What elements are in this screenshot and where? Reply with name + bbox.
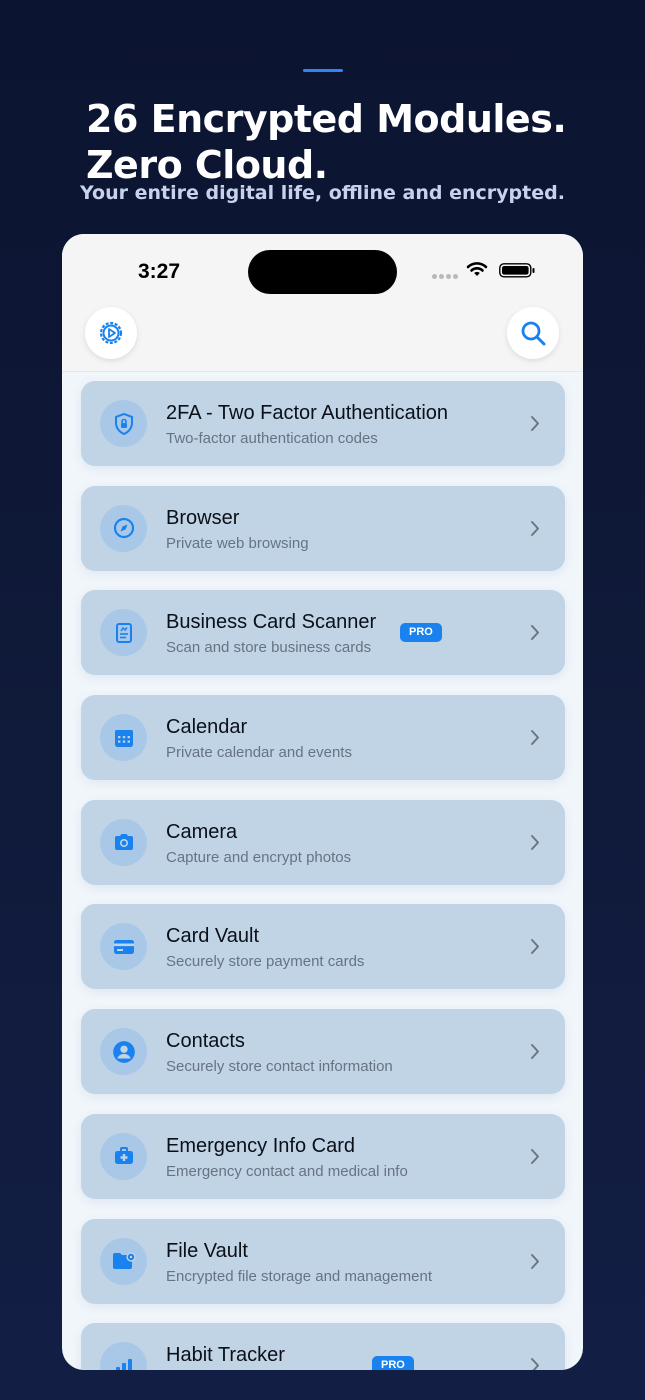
chevron-right-icon	[531, 1148, 539, 1164]
module-subtitle: Capture and encrypt photos	[166, 848, 352, 866]
module-row-browser[interactable]: Browser Private web browsing	[81, 485, 565, 571]
pro-badge: PRO	[372, 1356, 414, 1370]
chevron-right-icon	[531, 625, 539, 641]
shield-lock-icon	[114, 412, 133, 435]
module-row-calendar[interactable]: Calendar Private calendar and events	[81, 695, 565, 781]
search-button[interactable]	[507, 307, 559, 359]
module-title: Camera	[166, 820, 238, 843]
module-subtitle: Securely store contact information	[166, 1058, 393, 1076]
module-subtitle: Two-factor authentication codes	[166, 430, 378, 447]
chevron-right-icon	[531, 1253, 539, 1269]
module-title: Business Card Scanner	[166, 611, 377, 634]
module-subtitle: Securely store payment cards	[166, 953, 365, 971]
module-subtitle: Private web browsing	[166, 534, 309, 552]
module-row-camera[interactable]: Camera Capture and encrypt photos	[81, 799, 565, 885]
folder-gear-icon	[112, 1252, 136, 1269]
document-scan-icon	[115, 622, 132, 643]
module-title: Habit Tracker	[166, 1344, 285, 1367]
wifi-icon	[466, 262, 488, 276]
calendar-icon	[114, 729, 133, 747]
credit-card-icon	[113, 939, 134, 954]
chevron-right-icon	[531, 1358, 539, 1370]
module-icon-bubble	[100, 714, 147, 762]
module-icon-bubble	[100, 400, 147, 447]
module-title: Emergency Info Card	[166, 1134, 355, 1157]
chevron-right-icon	[531, 834, 539, 850]
module-row-card-vault[interactable]: Card Vault Securely store payment cards	[81, 904, 565, 990]
module-subtitle: Private calendar and events	[166, 744, 352, 762]
battery-icon	[499, 263, 535, 278]
person-circle-icon	[112, 1040, 135, 1063]
settings-gear-icon	[99, 321, 123, 345]
module-row-business-card-scanner[interactable]: Business Card Scanner PRO Scan and store…	[81, 590, 565, 676]
module-icon-bubble	[100, 609, 147, 657]
chevron-right-icon	[531, 939, 539, 955]
module-icon-bubble	[100, 1132, 147, 1180]
module-row-file-vault[interactable]: File Vault Encrypted file storage and ma…	[81, 1218, 565, 1304]
module-icon-bubble	[100, 1237, 147, 1285]
chevron-right-icon	[531, 730, 539, 746]
signal-dots-icon	[432, 274, 460, 280]
module-subtitle: Emergency contact and medical info	[166, 1162, 408, 1180]
module-icon-bubble	[100, 923, 147, 971]
pro-badge: PRO	[400, 623, 442, 643]
chevron-right-icon	[531, 520, 539, 536]
module-title: Browser	[166, 506, 240, 529]
module-row-2fa[interactable]: 2FA - Two Factor Authentication Two-fact…	[81, 381, 565, 466]
module-icon-bubble	[100, 818, 147, 866]
chevron-right-icon	[531, 1044, 539, 1060]
module-title: Contacts	[166, 1030, 245, 1053]
dynamic-island	[248, 250, 397, 294]
bar-chart-icon	[115, 1358, 132, 1370]
status-time: 3:27	[138, 260, 181, 283]
module-title: Calendar	[166, 716, 248, 739]
headline: 26 Encrypted Modules. Zero Cloud.	[86, 96, 606, 188]
module-row-emergency-info-card[interactable]: Emergency Info Card Emergency contact an…	[81, 1113, 565, 1199]
phone-header: 3:27	[62, 234, 583, 372]
medical-kit-icon	[114, 1147, 133, 1165]
compass-icon	[113, 518, 134, 539]
accent-line	[303, 69, 343, 72]
camera-icon	[114, 834, 133, 851]
phone-screen: 3:27 2FA - Two Factor Authentication Two…	[62, 234, 583, 1370]
module-icon-bubble	[100, 504, 147, 552]
chevron-right-icon	[531, 416, 539, 431]
module-subtitle: Scan and store business cards	[166, 639, 372, 657]
settings-button[interactable]	[85, 307, 137, 359]
module-icon-bubble	[100, 1028, 147, 1076]
module-list: 2FA - Two Factor Authentication Two-fact…	[81, 381, 565, 1370]
module-icon-bubble	[100, 1342, 147, 1370]
module-title: Card Vault	[166, 925, 260, 948]
module-row-contacts[interactable]: Contacts Securely store contact informat…	[81, 1009, 565, 1095]
module-title: File Vault	[166, 1239, 248, 1262]
module-title: 2FA - Two Factor Authentication	[166, 402, 449, 424]
module-row-habit-tracker[interactable]: Habit Tracker PRO	[81, 1323, 565, 1370]
search-icon	[521, 321, 546, 346]
headline-line-1: 26 Encrypted Modules.	[86, 97, 567, 141]
module-subtitle: Encrypted file storage and management	[166, 1267, 432, 1285]
subheadline: Your entire digital life, offline and en…	[80, 182, 565, 204]
